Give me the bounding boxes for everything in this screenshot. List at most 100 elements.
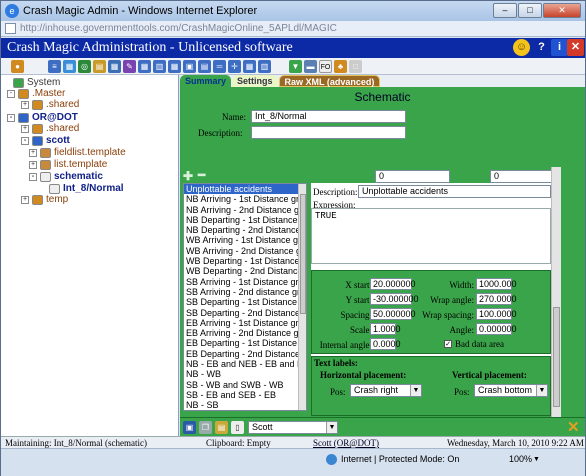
minimize-button[interactable]: – — [493, 3, 517, 18]
list-item[interactable]: SB - WB and SWB - WB — [184, 380, 306, 390]
list-item[interactable]: SB Arriving - 1st Distance group — [184, 277, 306, 287]
remove-item-icon[interactable]: ━ — [198, 168, 205, 182]
chart-icon[interactable]: ▥ — [258, 59, 271, 73]
list-item[interactable]: SB Arriving - 2nd distance group — [184, 287, 306, 297]
list-item[interactable]: NB - EB and NEB - EB and NEB — [184, 359, 306, 369]
tab-summary[interactable]: Summary — [180, 75, 232, 87]
save-icon[interactable]: ▣ — [183, 421, 196, 434]
smiley-icon[interactable]: ☺ — [513, 39, 530, 56]
close-button[interactable]: ✕ — [543, 3, 581, 18]
cancel-icon[interactable]: ✕ — [567, 418, 580, 436]
info-icon[interactable]: i — [551, 39, 568, 56]
scale-input[interactable]: 1.0000 — [370, 323, 401, 335]
internal-angle-input[interactable]: 0.0000 — [370, 338, 401, 350]
collapse-icon[interactable]: - — [7, 113, 15, 122]
y-start-input[interactable]: -30.000000 — [370, 293, 419, 305]
user-icon[interactable]: ● — [11, 59, 24, 73]
list-item[interactable]: SB Departing - 2nd Distance group — [184, 308, 306, 318]
bad-data-checkbox[interactable]: ✓ — [444, 340, 452, 348]
zoom-chevron-down-icon[interactable]: ▼ — [533, 453, 540, 465]
layout-icon[interactable]: ▤ — [198, 59, 211, 73]
list-item[interactable]: EB Arriving - 1st Distance group — [184, 318, 306, 328]
tab-settings[interactable]: Settings — [232, 75, 278, 87]
tree-node[interactable]: + temp — [21, 194, 68, 205]
wrap-spacing-input[interactable]: 100.0000 — [476, 308, 517, 320]
fo-icon[interactable]: FO — [319, 59, 332, 73]
crosshair-icon[interactable]: ✛ — [228, 59, 241, 73]
user-select[interactable]: Scott ▼ — [248, 421, 338, 434]
tree-node[interactable]: + fieldlist.template — [29, 147, 126, 158]
list-item[interactable]: NB Arriving - 2nd Distance group — [184, 205, 306, 215]
angle-input[interactable]: 0.000000 — [476, 323, 517, 335]
tree-node[interactable]: + .shared — [21, 123, 79, 134]
list-item[interactable]: WB Departing - 2nd Distance group — [184, 266, 306, 276]
tree-node[interactable]: - scott — [21, 135, 70, 146]
list-item[interactable]: WB Arriving - 2nd Distance group — [184, 246, 306, 256]
paste-icon[interactable]: ▤ — [215, 421, 228, 434]
list-item[interactable]: EB Departing - 1st Distance group — [184, 338, 306, 348]
expression-input[interactable]: TRUE — [311, 208, 551, 264]
accident-group-list[interactable]: Unplottable accidents NB Arriving - 1st D… — [183, 183, 307, 411]
list-scrollbar[interactable] — [298, 184, 306, 410]
vertical-pos-select[interactable]: Crash bottom ▼ — [474, 384, 548, 397]
table-icon[interactable]: ▦ — [108, 59, 121, 73]
list-item[interactable]: SB Departing - 1st Distance group — [184, 297, 306, 307]
top-left-field[interactable]: 0 — [375, 170, 450, 183]
editor-scrollbar[interactable] — [551, 167, 561, 417]
calendar-icon[interactable]: ▦ — [168, 59, 181, 73]
expand-icon[interactable]: + — [29, 148, 37, 157]
window-icon[interactable]: ▣ — [183, 59, 196, 73]
cells-icon[interactable]: ▦ — [243, 59, 256, 73]
tree-node[interactable]: + .shared — [21, 99, 79, 110]
maximize-button[interactable]: □ — [518, 3, 542, 18]
add-item-icon[interactable]: ✚ — [183, 169, 193, 183]
tree-node[interactable]: - OR@DOT — [7, 112, 78, 123]
item-description-input[interactable]: Unplottable accidents — [358, 185, 551, 198]
help-icon[interactable]: ? — [533, 39, 550, 56]
list-item[interactable]: WB Arriving - 1st Distance group — [184, 235, 306, 245]
list-item[interactable]: NB Departing - 2nd Distance group — [184, 225, 306, 235]
zoom-level[interactable]: 100% — [509, 453, 532, 465]
wrap-angle-input[interactable]: 270.0000 — [476, 293, 517, 305]
list-item[interactable]: EB Arriving - 2nd Distance group — [184, 328, 306, 338]
address-bar[interactable]: http://inhouse.governmenttools.com/Crash… — [1, 21, 585, 37]
columns-icon[interactable]: ▥ — [153, 59, 166, 73]
copy-icon[interactable]: ❐ — [199, 421, 212, 434]
tree-node[interactable]: - .Master — [7, 88, 65, 99]
list-item[interactable]: WB Departing - 1st Distance group — [184, 256, 306, 266]
list-item[interactable]: EB Departing - 2nd Distance group — [184, 349, 306, 359]
spacing-input[interactable]: 50.000000 — [370, 308, 416, 320]
report-icon[interactable]: ▤ — [93, 59, 106, 73]
tab-raw-xml[interactable]: Raw XML (advanced) — [278, 75, 381, 87]
people-icon[interactable]: ♣ — [334, 59, 347, 73]
expand-icon[interactable]: + — [21, 195, 29, 204]
tree-node[interactable]: + list.template — [29, 159, 107, 170]
description-input[interactable] — [251, 126, 406, 139]
expand-icon[interactable]: + — [21, 100, 29, 109]
pencil-icon[interactable]: ✎ — [123, 59, 136, 73]
collapse-icon[interactable]: - — [29, 172, 37, 181]
list-item[interactable]: SB - EB and SEB - EB — [184, 390, 306, 400]
list-item[interactable]: NB Arriving - 1st Distance group — [184, 194, 306, 204]
exit-icon[interactable]: ✕ — [567, 39, 584, 56]
list-item[interactable]: NB - SB — [184, 400, 306, 410]
table-grid-icon[interactable]: ▦ — [138, 59, 151, 73]
x-start-input[interactable]: 20.000000 — [370, 278, 416, 290]
collapse-icon[interactable]: - — [7, 89, 15, 98]
expand-icon[interactable]: + — [21, 124, 29, 133]
grid-icon[interactable]: ▦ — [63, 59, 76, 73]
collapse-icon[interactable]: - — [21, 136, 29, 145]
tree-node[interactable]: - schematic — [29, 171, 103, 182]
list-item[interactable]: Unplottable accidents — [184, 184, 306, 195]
list-item[interactable]: NB - WB — [184, 369, 306, 379]
width-input[interactable]: 1000.000 — [476, 278, 517, 290]
top-right-field[interactable]: 0 — [490, 170, 555, 183]
list-icon[interactable]: ≡ — [48, 59, 61, 73]
expand-icon[interactable]: + — [29, 160, 37, 169]
globe-icon[interactable]: ◎ — [78, 59, 91, 73]
split-icon[interactable]: ═ — [213, 59, 226, 73]
list-item[interactable]: NB Departing - 1st Distance group — [184, 215, 306, 225]
horizontal-pos-select[interactable]: Crash right ▼ — [350, 384, 422, 397]
document-icon[interactable]: ▯ — [231, 421, 244, 434]
name-input[interactable]: Int_8/Normal — [251, 110, 406, 123]
